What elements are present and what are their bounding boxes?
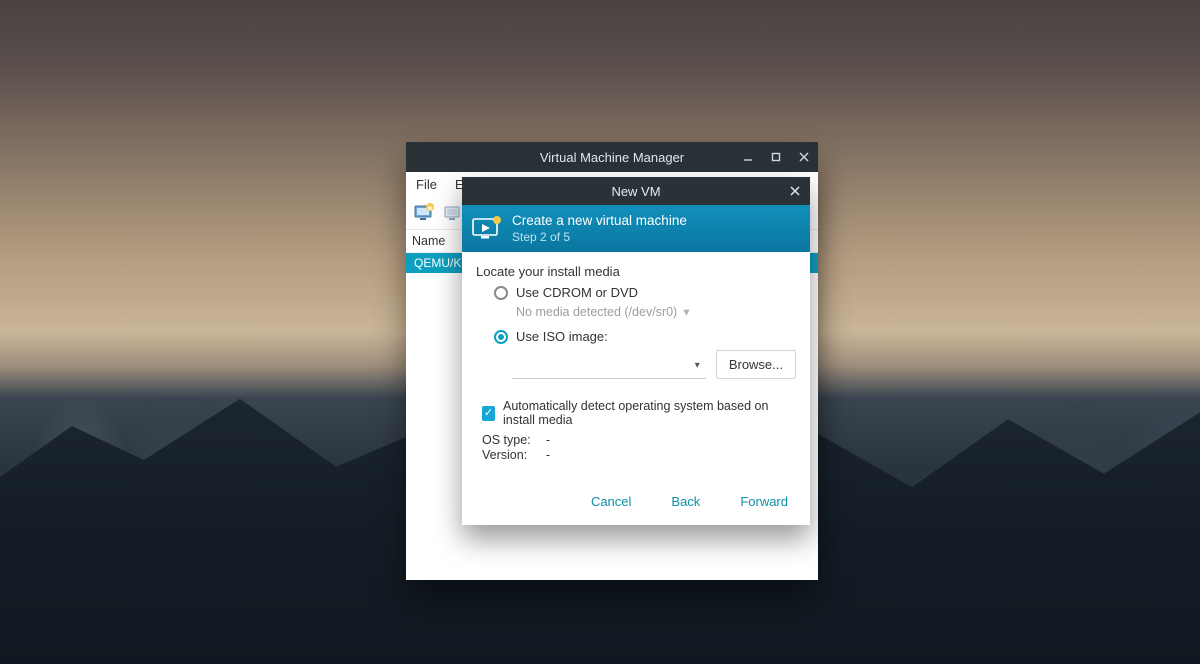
cdrom-media-text: No media detected (/dev/sr0) [516, 305, 677, 319]
dialog-close-button[interactable] [780, 177, 810, 205]
maximize-button[interactable] [762, 142, 790, 172]
dialog-buttons: Cancel Back Forward [462, 484, 810, 525]
auto-detect-label: Automatically detect operating system ba… [503, 399, 796, 427]
cdrom-media-combo: No media detected (/dev/sr0) ▾ [516, 304, 796, 319]
radio-cdrom-label: Use CDROM or DVD [516, 285, 638, 300]
dialog-body: Locate your install media Use CDROM or D… [462, 252, 810, 484]
new-vm-dialog: New VM Create a new virtual machine Step… [462, 177, 810, 525]
checkbox-checked-icon: ✓ [482, 406, 495, 421]
radio-iso-indicator [494, 330, 508, 344]
main-title: Virtual Machine Manager [540, 150, 684, 165]
main-titlebar[interactable]: Virtual Machine Manager [406, 142, 818, 172]
dialog-header: Create a new virtual machine Step 2 of 5 [462, 205, 810, 252]
vm-wizard-icon [472, 215, 502, 243]
dialog-header-title: Create a new virtual machine [512, 213, 687, 228]
auto-detect-checkbox[interactable]: ✓ Automatically detect operating system … [482, 399, 796, 427]
column-name[interactable]: Name [412, 234, 445, 248]
os-type-value: - [546, 433, 550, 447]
os-type-label: OS type: [482, 433, 538, 447]
dialog-titlebar[interactable]: New VM [462, 177, 810, 205]
close-button[interactable] [790, 142, 818, 172]
dialog-header-step: Step 2 of 5 [512, 230, 687, 244]
dialog-title: New VM [611, 184, 660, 199]
version-label: Version: [482, 448, 538, 462]
locate-media-label: Locate your install media [476, 264, 796, 279]
radio-cdrom-indicator [494, 286, 508, 300]
radio-iso-label: Use ISO image: [516, 329, 608, 344]
new-vm-icon[interactable] [412, 202, 436, 224]
forward-button[interactable]: Forward [740, 494, 788, 509]
caret-down-icon: ▾ [683, 304, 689, 319]
radio-iso[interactable]: Use ISO image: [494, 329, 796, 344]
menu-file[interactable]: File [412, 175, 441, 194]
back-button[interactable]: Back [671, 494, 700, 509]
minimize-button[interactable] [734, 142, 762, 172]
cancel-button[interactable]: Cancel [591, 494, 631, 509]
iso-path-combo[interactable]: ▾ [512, 353, 706, 379]
browse-button[interactable]: Browse... [716, 350, 796, 379]
version-value: - [546, 448, 550, 462]
radio-cdrom[interactable]: Use CDROM or DVD [494, 285, 796, 300]
caret-down-icon: ▾ [695, 360, 700, 371]
